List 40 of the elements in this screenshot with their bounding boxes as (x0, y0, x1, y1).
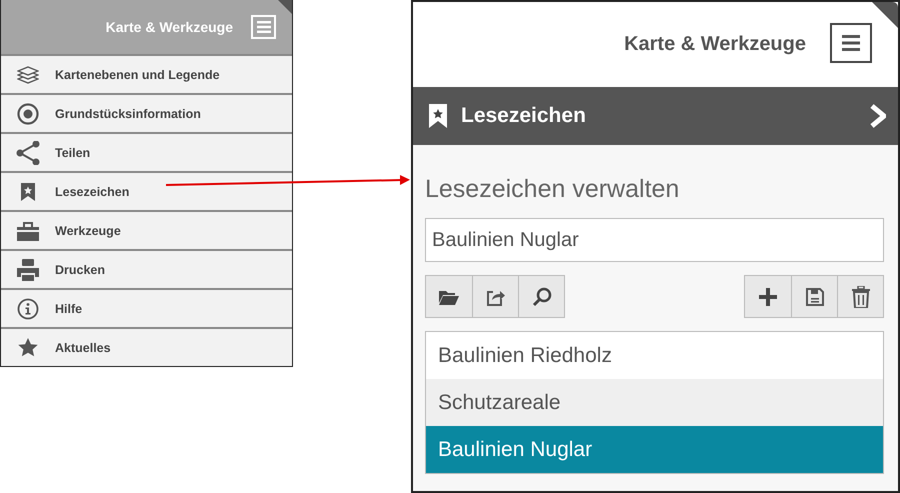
add-button[interactable] (745, 276, 791, 317)
bookmark-star-icon (21, 182, 35, 200)
share-icon (16, 140, 40, 164)
menu-item[interactable]: Teilen (1, 132, 292, 171)
search-icon (532, 286, 552, 306)
toolbox-icon (17, 220, 39, 240)
menu-title: Karte & Werkzeuge (106, 19, 233, 35)
menu-item[interactable]: Drucken (1, 249, 292, 288)
plus-icon (759, 288, 777, 306)
printer-icon (17, 258, 39, 280)
section-title: Lesezeichen (461, 104, 587, 128)
panel-title: Karte & Werkzeuge (624, 33, 806, 56)
layers-icon (17, 66, 39, 84)
menu-item[interactable]: Lesezeichen (1, 171, 292, 210)
save-button[interactable] (791, 276, 837, 317)
trash-icon (852, 286, 870, 308)
menu-item[interactable]: Hilfe (1, 288, 292, 327)
menu-icon[interactable] (830, 22, 872, 62)
section-bar[interactable]: Lesezeichen (413, 87, 898, 145)
open-folder-button[interactable] (426, 276, 472, 317)
menu-item[interactable]: Grundstücksinformation (1, 93, 292, 132)
search-button[interactable] (518, 276, 564, 317)
bookmark-item[interactable]: Baulinien Nuglar (426, 426, 883, 473)
menu-item[interactable]: Aktuelles (1, 327, 292, 366)
section-heading: Lesezeichen verwalten (425, 175, 680, 204)
star-icon (18, 338, 38, 357)
delete-button[interactable] (837, 276, 883, 317)
bookmark-name-field[interactable]: Baulinien Nuglar (425, 218, 884, 262)
bookmark-item[interactable]: Baulinien Riedholz (426, 332, 883, 379)
info-icon (17, 298, 39, 320)
bookmark-item[interactable]: Schutzareale (426, 379, 883, 426)
corner-mark (872, 2, 898, 28)
menu-item[interactable]: Werkzeuge (1, 210, 292, 249)
folder-icon (439, 288, 459, 304)
corner-mark (278, 0, 292, 14)
export-button[interactable] (472, 276, 518, 317)
chevron-right-icon (870, 104, 886, 128)
menu-item[interactable]: Kartenebenen und Legende (1, 54, 292, 93)
radio-target-icon (17, 102, 39, 124)
bookmark-star-icon (429, 104, 447, 128)
